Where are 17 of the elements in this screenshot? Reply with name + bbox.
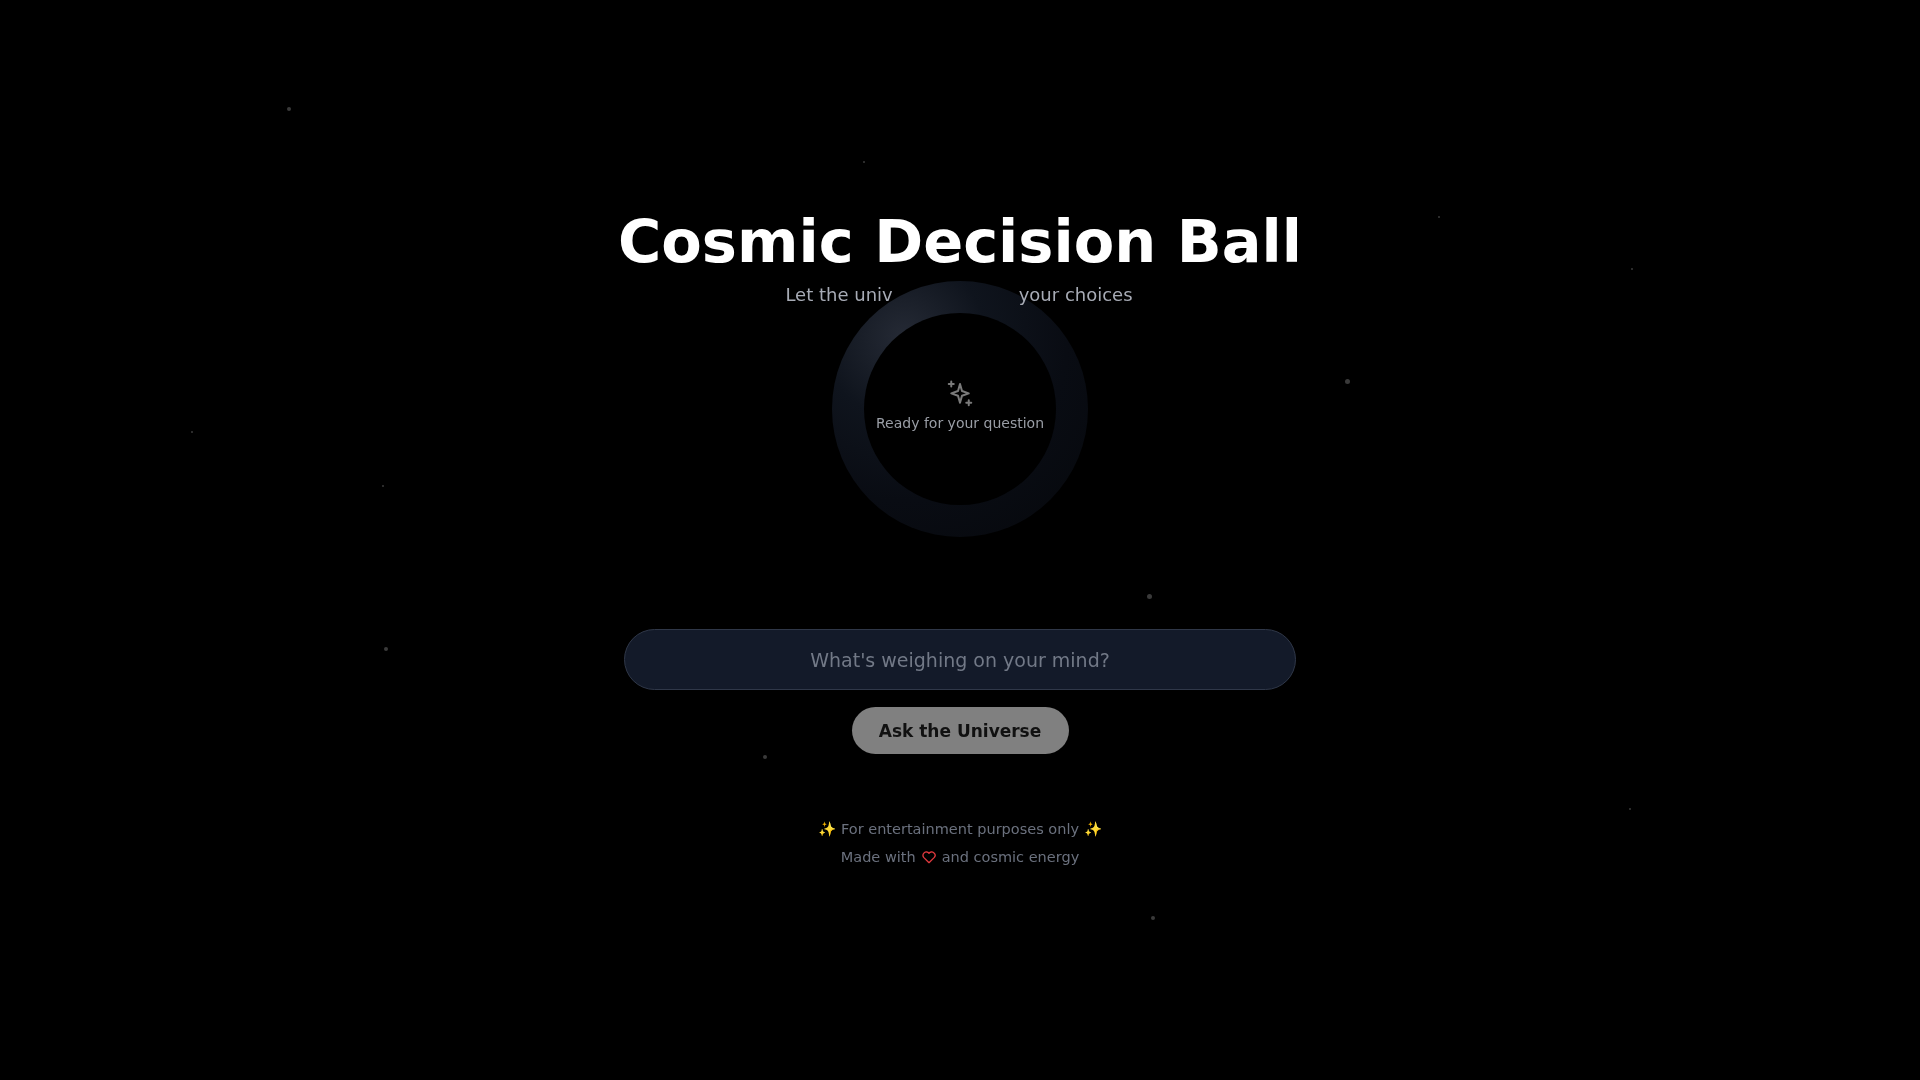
star-dot [384, 647, 388, 651]
heart-icon [920, 849, 937, 865]
star-dot [1344, 378, 1350, 384]
credit-text: and cosmic energy [941, 848, 1080, 867]
star-dot [1146, 593, 1152, 599]
subtitle-text: your choices [1018, 283, 1133, 307]
question-field[interactable]: What's weighing on your mind? [624, 629, 1296, 690]
sparkles-icon [945, 379, 975, 409]
credit-text: Made with [840, 848, 916, 867]
status-text: Ready for your question [876, 415, 1044, 431]
star-dot [763, 755, 767, 759]
disclaimer-text: ✨ For entertainment purposes only ✨ [818, 820, 1102, 839]
star-dot [1151, 916, 1155, 920]
subtitle-text: Let the univ [785, 283, 893, 307]
ask-button[interactable]: Ask the Universe [851, 707, 1069, 754]
app-title: Cosmic Decision Ball [618, 206, 1302, 278]
star-dot [287, 107, 291, 111]
